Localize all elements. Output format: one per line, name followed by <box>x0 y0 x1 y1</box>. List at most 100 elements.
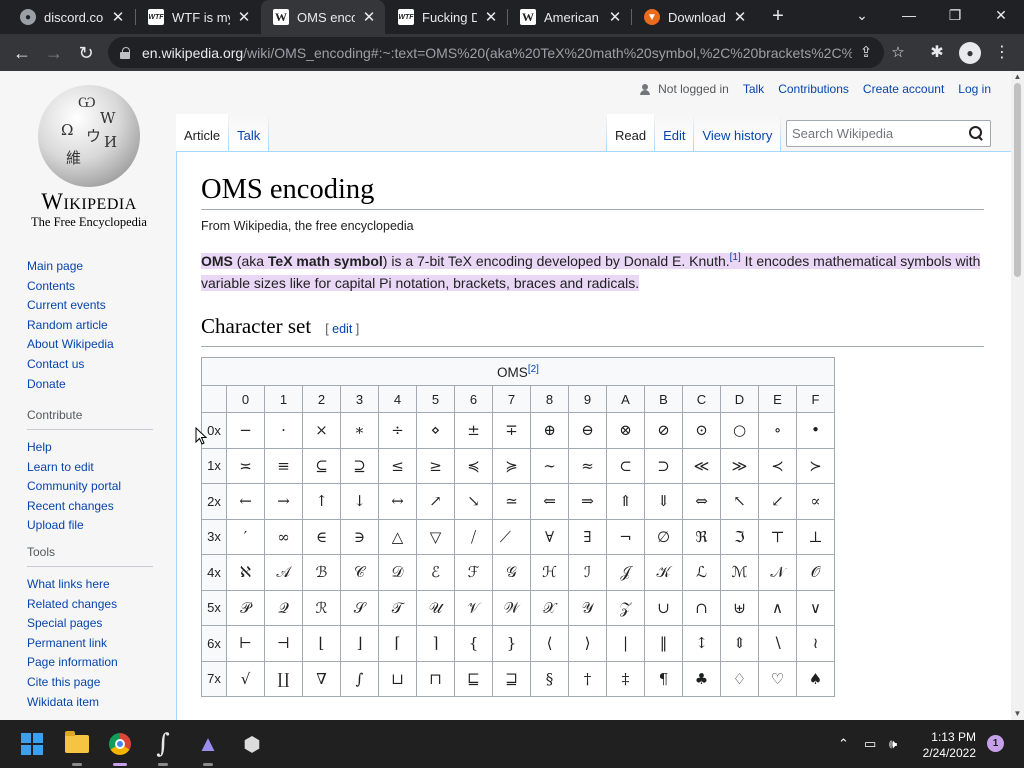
sidebar-item-main-page[interactable]: Main page <box>27 257 157 277</box>
sidebar-item-recent-changes[interactable]: Recent changes <box>27 497 157 517</box>
character-cell: ∘ <box>758 412 797 449</box>
sidebar-item-permanent-link[interactable]: Permanent link <box>27 634 157 654</box>
browser-tab[interactable]: WTF WTF is my f ✕ <box>136 0 260 34</box>
back-arrow-icon[interactable]: ← <box>9 40 35 66</box>
character-cell: ≤ <box>378 447 417 484</box>
sidebar-item-donate[interactable]: Donate <box>27 375 157 395</box>
network-icon[interactable]: ▭ <box>864 720 876 768</box>
volume-icon[interactable]: 🕪 <box>889 720 897 768</box>
address-bar[interactable]: en.wikipedia.org/wiki/OMS_encoding#:~:te… <box>108 37 905 68</box>
tab-search-chevron-icon[interactable]: ⌄ <box>839 0 885 34</box>
tab-read[interactable]: Read <box>607 114 655 151</box>
sidebar-item-contents[interactable]: Contents <box>27 277 157 297</box>
sidebar-item-cite-this-page[interactable]: Cite this page <box>27 673 157 693</box>
search-icon[interactable] <box>969 126 983 140</box>
sidebar-item-related-changes[interactable]: Related changes <box>27 595 157 615</box>
sidebar-item-what-links-here[interactable]: What links here <box>27 575 157 595</box>
maximize-icon[interactable]: ❐ <box>932 0 978 34</box>
sidebar-item-upload-file[interactable]: Upload file <box>27 516 157 536</box>
log-in-link[interactable]: Log in <box>958 82 991 96</box>
page-scrollbar[interactable]: ▲ ▼ <box>1011 71 1024 720</box>
reference-link-1[interactable]: [1] <box>730 252 741 263</box>
forward-arrow-icon[interactable]: → <box>41 40 67 66</box>
tab-divider <box>268 114 270 151</box>
sidebar-item-random-article[interactable]: Random article <box>27 316 157 336</box>
contributions-link[interactable]: Contributions <box>778 82 849 96</box>
scroll-down-arrow-icon[interactable]: ▼ <box>1011 708 1024 720</box>
notification-badge[interactable]: 1 <box>987 735 1004 752</box>
tab-close-icon[interactable]: ✕ <box>110 8 126 26</box>
wikipedia-logo[interactable]: Ѡ W Ω И 維 ウ Wikipedia The Free Encyclope… <box>24 85 154 230</box>
browser-tab[interactable]: W American c ✕ <box>508 0 631 34</box>
browser-menu-kebab-icon[interactable]: ⋮ <box>991 42 1013 64</box>
taskbar-file-explorer[interactable] <box>61 728 93 766</box>
reload-icon[interactable]: ↻ <box>73 40 99 66</box>
system-clock[interactable]: 1:13 PM 2/24/2022 <box>906 729 976 761</box>
character-cell: 𝒰 <box>416 589 455 626</box>
extensions-puzzle-icon[interactable]: ✱ <box>926 42 948 64</box>
profile-avatar-icon[interactable]: ● <box>959 42 981 64</box>
tab-view-history[interactable]: View history <box>694 114 781 151</box>
character-cell: ⇓ <box>644 483 683 520</box>
sidebar-item-special-pages[interactable]: Special pages <box>27 614 157 634</box>
start-button[interactable] <box>16 728 48 760</box>
character-cell: ∧ <box>758 589 797 626</box>
sidebar-item-community-portal[interactable]: Community portal <box>27 477 157 497</box>
create-account-link[interactable]: Create account <box>863 82 944 96</box>
character-cell: ≈ <box>568 447 607 484</box>
row-header: 5x <box>201 589 227 626</box>
taskbar-app-box[interactable]: ⬢ <box>236 728 268 760</box>
column-header: 2 <box>302 385 341 413</box>
sidebar-item-current-events[interactable]: Current events <box>27 296 157 316</box>
tray-show-hidden-icons-chevron-icon[interactable]: ⌃ <box>838 720 849 768</box>
scrollbar-thumb[interactable] <box>1014 83 1021 277</box>
mouse-cursor-icon <box>195 427 207 445</box>
character-cell: ⇒ <box>568 483 607 520</box>
reference-link-2[interactable]: [2] <box>528 364 539 375</box>
edit-section-link[interactable]: edit <box>332 322 352 336</box>
new-tab-plus-icon[interactable]: + <box>766 5 790 29</box>
browser-tab[interactable]: ▼ Download ✕ <box>632 0 756 34</box>
minimize-icon[interactable]: — <box>886 0 932 34</box>
sidebar-item-about-wikipedia[interactable]: About Wikipedia <box>27 335 157 355</box>
chrome-icon <box>109 733 131 755</box>
tab-talk[interactable]: Talk <box>229 114 269 151</box>
browser-tab-strip: ● discord.com ✕ WTF WTF is my f ✕ W OMS … <box>0 0 1024 34</box>
browser-tab[interactable]: WTF Fucking Do ✕ <box>386 0 507 34</box>
bookmark-star-icon[interactable]: ☆ <box>888 43 908 63</box>
character-cell: ⊣ <box>264 625 303 662</box>
character-cell: ⊒ <box>492 660 531 697</box>
character-cell: 𝒞 <box>340 554 379 591</box>
sidebar-item-page-information[interactable]: Page information <box>27 653 157 673</box>
sidebar-item-wikidata-item[interactable]: Wikidata item <box>27 693 157 713</box>
character-cell: ↖ <box>720 483 759 520</box>
browser-tab[interactable]: ● discord.com ✕ <box>8 0 134 34</box>
url-text[interactable]: en.wikipedia.org/wiki/OMS_encoding#:~:te… <box>142 45 852 61</box>
tab-edit[interactable]: Edit <box>655 114 694 151</box>
tab-close-icon[interactable]: ✕ <box>236 8 252 26</box>
browser-tab-active[interactable]: W OMS encod ✕ <box>261 0 385 34</box>
taskbar-chrome[interactable] <box>104 728 136 766</box>
character-cell: ↗ <box>416 483 455 520</box>
close-window-icon[interactable]: ✕ <box>978 0 1024 34</box>
sidebar-item-contact-us[interactable]: Contact us <box>27 355 157 375</box>
lock-icon[interactable] <box>120 46 130 59</box>
character-cell: ▽ <box>416 518 455 555</box>
tab-close-icon[interactable]: ✕ <box>607 8 623 26</box>
scroll-up-arrow-icon[interactable]: ▲ <box>1011 71 1024 83</box>
wiki-search-box[interactable] <box>786 120 991 147</box>
sidebar-item-help[interactable]: Help <box>27 438 157 458</box>
tab-close-icon[interactable]: ✕ <box>483 8 499 26</box>
tab-close-icon[interactable]: ✕ <box>361 8 377 26</box>
taskbar-app-integral[interactable]: ∫ <box>147 728 179 766</box>
tab-article[interactable]: Article <box>176 114 229 151</box>
tab-close-icon[interactable]: ✕ <box>732 8 748 26</box>
wiki-search-input[interactable] <box>792 126 962 141</box>
character-cell: √ <box>226 660 265 697</box>
character-cell: ⊃ <box>644 447 683 484</box>
wikipedia-favicon-icon: W <box>520 9 536 25</box>
personal-talk-link[interactable]: Talk <box>743 82 764 96</box>
taskbar-app-triangle[interactable]: ▲ <box>192 728 224 766</box>
sidebar-item-learn-to-edit[interactable]: Learn to edit <box>27 458 157 478</box>
share-icon[interactable]: ⇪ <box>856 43 876 63</box>
